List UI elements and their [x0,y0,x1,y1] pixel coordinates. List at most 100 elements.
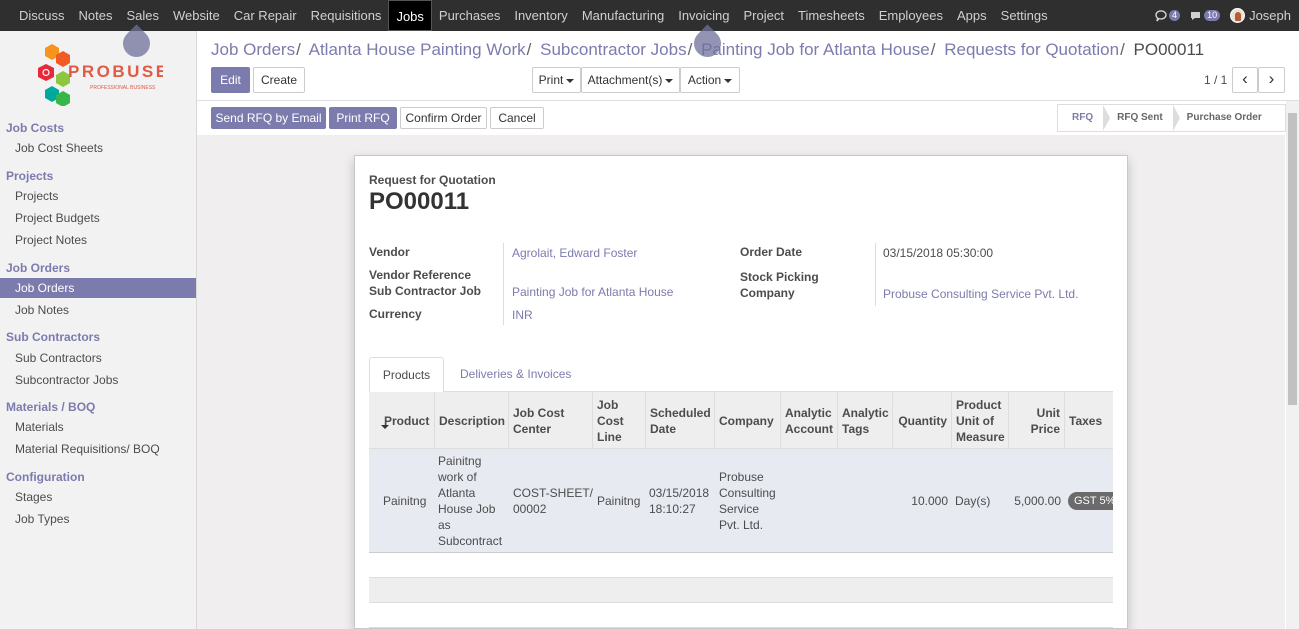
menu-settings[interactable]: Settings [994,0,1055,31]
tab-products[interactable]: Products [369,357,444,393]
sidebar-section-materials-boq: Materials / BOQ [6,400,96,414]
column-header-analytic-tags[interactable]: Analytic Tags [838,392,893,449]
column-header-uom[interactable]: Product Unit of Measure [952,392,1009,449]
sidebar-item-stages[interactable]: Stages [0,487,196,507]
comments-icon [1191,11,1201,20]
stage-rfq-sent[interactable]: RFQ Sent [1103,105,1180,131]
vendor-reference-label: Vendor Reference [369,268,472,282]
messages-menu[interactable]: 4 [1155,9,1181,22]
sub-contractor-job-field[interactable]: Painting Job for Atlanta House [512,285,673,299]
sidebar-item-subcontractor-jobs[interactable]: Subcontractor Jobs [0,370,196,390]
vendor-label: Vendor [369,245,410,259]
menu-website[interactable]: Website [166,0,227,31]
action-dropdown[interactable]: Action [680,67,740,93]
print-rfq-button[interactable]: Print RFQ [329,107,397,129]
attachments-label: Attachment(s) [587,73,663,87]
menu-project[interactable]: Project [737,0,791,31]
chat-icon [1155,9,1167,21]
column-header-description[interactable]: Description [435,392,509,449]
action-label: Action [687,73,722,87]
column-header-quantity[interactable]: Quantity [893,392,952,449]
breadcrumb-rfq[interactable]: Requests for Quotation [944,40,1119,59]
confirm-order-button[interactable]: Confirm Order [400,107,487,129]
menu-sales[interactable]: Sales [119,0,166,31]
cell-job-cost-center: COST-SHEET/00002 [513,486,594,516]
stage-purchase-order[interactable]: Purchase Order [1173,105,1272,131]
column-header-taxes[interactable]: Taxes [1065,392,1113,449]
column-header-scheduled-date[interactable]: Scheduled Date [646,392,715,449]
sidebar-item-job-orders[interactable]: Job Orders [0,278,196,298]
breadcrumb-current: PO00011 [1133,40,1205,59]
pager-next-button[interactable]: › [1258,67,1285,93]
company-field[interactable]: Probuse Consulting Service Pvt. Ltd. [883,287,1078,301]
send-rfq-by-email-button[interactable]: Send RFQ by Email [211,107,326,129]
column-header-company[interactable]: Company [715,392,781,449]
attachments-dropdown[interactable]: Attachment(s) [581,67,680,93]
caret-down-icon [724,78,733,83]
field-divider [875,243,876,306]
app-menu: Discuss Notes Sales Website Car Repair R… [0,0,1055,31]
menu-inventory[interactable]: Inventory [507,0,574,31]
menu-notes[interactable]: Notes [72,0,120,31]
field-divider [503,243,504,325]
sidebar-item-materials[interactable]: Materials [0,417,196,437]
menu-timesheets[interactable]: Timesheets [791,0,872,31]
create-button[interactable]: Create [253,67,305,93]
tab-deliveries-invoices[interactable]: Deliveries & Invoices [460,357,571,393]
currency-field[interactable]: INR [512,308,533,322]
chevron-left-icon: ‹ [1242,69,1248,88]
breadcrumb-subcontractor-jobs[interactable]: Subcontractor Jobs [540,40,686,59]
menu-manufacturing[interactable]: Manufacturing [575,0,671,31]
messages-badge: 4 [1169,10,1181,21]
company-label: Company [740,286,795,300]
activity-menu[interactable]: 10 [1190,10,1221,22]
menu-requisitions[interactable]: Requisitions [304,0,389,31]
sidebar-item-sub-contractors[interactable]: Sub Contractors [0,348,196,368]
pager-previous-button[interactable]: ‹ [1232,67,1258,93]
column-header-job-cost-center[interactable]: Job Cost Center [509,392,593,449]
cell-scheduled-date: 03/15/2018 18:10:27 [649,486,710,516]
sidebar-item-job-types[interactable]: Job Types [0,509,196,529]
breadcrumb-job-orders[interactable]: Job Orders [211,40,295,59]
order-date-label: Order Date [740,245,803,259]
print-label: Print [538,73,564,87]
top-navbar: Discuss Notes Sales Website Car Repair R… [0,0,1299,31]
menu-apps[interactable]: Apps [950,0,994,31]
menu-purchases[interactable]: Purchases [432,0,507,31]
column-header-analytic-account[interactable]: Analytic Account [781,392,838,449]
column-header-product[interactable]: Product [380,392,435,449]
menu-discuss[interactable]: Discuss [12,0,72,31]
vendor-field[interactable]: Agrolait, Edward Foster [512,246,637,260]
sidebar-item-projects[interactable]: Projects [0,186,196,206]
sidebar-item-job-cost-sheets[interactable]: Job Cost Sheets [0,138,196,158]
sidebar-item-job-notes[interactable]: Job Notes [0,300,196,320]
sidebar-item-project-budgets[interactable]: Project Budgets [0,208,196,228]
sort-caret-icon [381,425,389,429]
sidebar-section-job-orders: Job Orders [6,261,71,275]
breadcrumb-painting-job[interactable]: Painting Job for Atlanta House [701,40,930,59]
avatar [1230,8,1246,23]
table-row [369,578,1113,603]
cell-company: Probuse Consulting Service Pvt. Ltd. [719,470,776,532]
order-date-field[interactable]: 03/15/2018 05:30:00 [883,246,993,260]
user-menu[interactable]: Joseph [1230,8,1291,23]
column-header-unit-price[interactable]: Unit Price [1009,392,1065,449]
stage-rfq[interactable]: RFQ [1058,105,1111,131]
cell-job-cost-line: Painitng [597,494,641,508]
cell-quantity: 10.000 [911,494,948,508]
edit-button[interactable]: Edit [211,67,250,93]
sidebar-item-project-notes[interactable]: Project Notes [0,230,196,250]
scrollbar-thumb[interactable] [1288,113,1297,405]
sidebar-item-material-requisitions[interactable]: Material Requisitions/ BOQ [0,439,196,459]
menu-jobs[interactable]: Jobs [388,0,432,31]
breadcrumb-atlanta-house[interactable]: Atlanta House Painting Work [309,40,526,59]
column-header-job-cost-line[interactable]: Job Cost Line [593,392,646,449]
user-name: Joseph [1249,8,1291,23]
print-dropdown[interactable]: Print [532,67,581,93]
menu-car-repair[interactable]: Car Repair [227,0,304,31]
menu-employees[interactable]: Employees [872,0,950,31]
systray: 4 10 Joseph [1155,0,1299,31]
activity-badge: 10 [1204,10,1221,21]
logo-brand-text: PROBUSE [68,62,163,81]
cancel-button[interactable]: Cancel [490,107,544,129]
